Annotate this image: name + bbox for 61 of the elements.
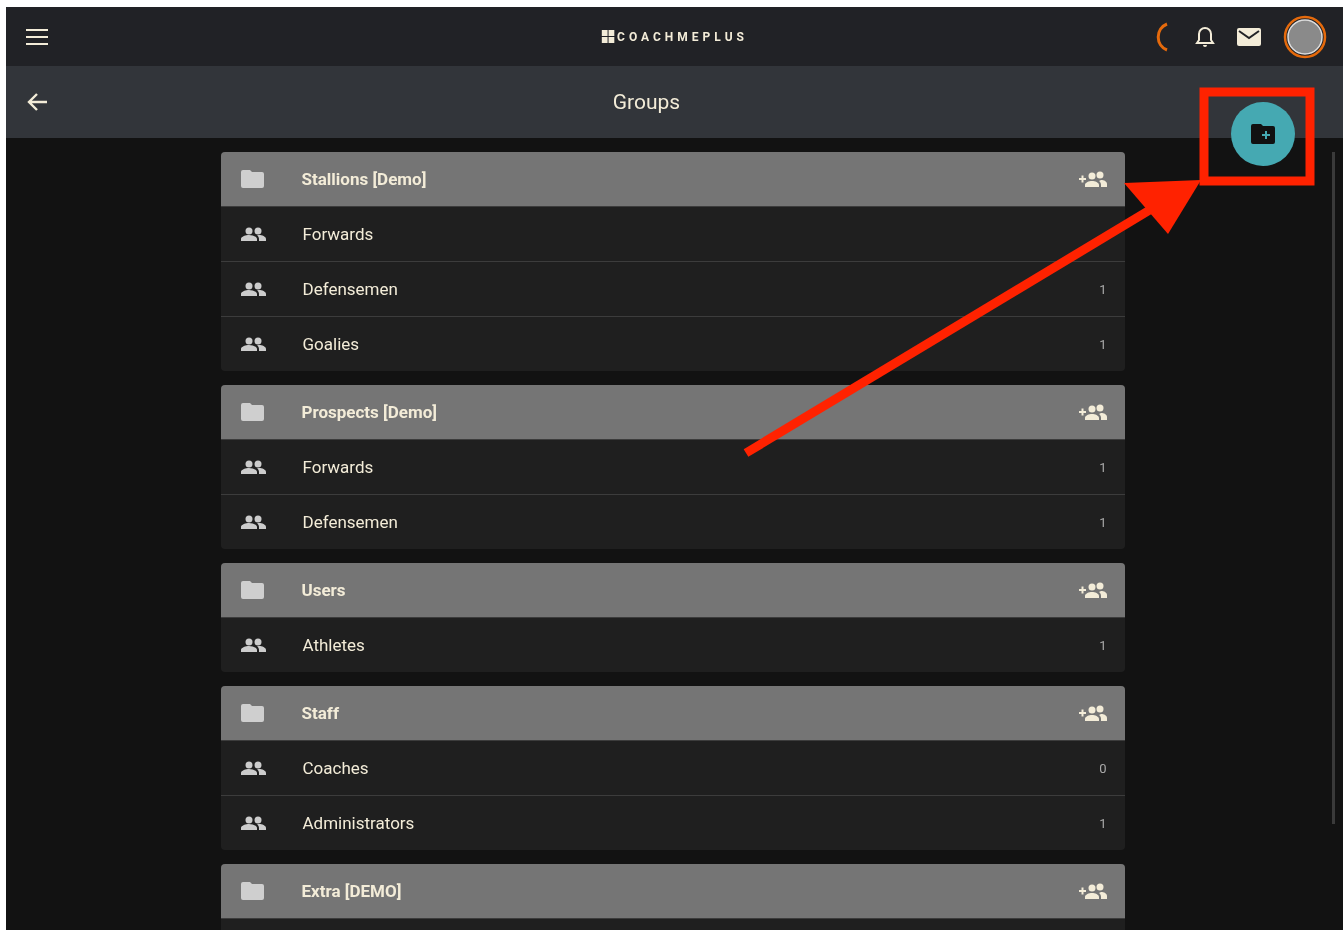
page-title: Groups <box>612 90 681 114</box>
logo-icon <box>601 30 615 43</box>
add-people-icon[interactable] <box>1078 171 1107 187</box>
subgroup-name: Defensemen <box>302 512 398 532</box>
people-icon <box>239 282 266 296</box>
subgroup-name: Defensemen <box>302 279 398 299</box>
folder-icon <box>240 882 264 900</box>
subgroup-row[interactable]: Coaches 0 <box>220 740 1125 795</box>
subgroup-name: Coaches <box>302 758 369 778</box>
member-count: 1 <box>1099 336 1107 352</box>
people-icon <box>239 638 266 652</box>
group-header[interactable]: Staff <box>220 686 1125 740</box>
group-name: Staff <box>301 703 339 723</box>
add-people-icon[interactable] <box>1078 404 1107 420</box>
folder-icon <box>240 704 264 722</box>
member-count: 1 <box>1099 459 1107 475</box>
subgroup-row[interactable]: Forwards 1 <box>220 439 1125 494</box>
avatar[interactable] <box>1283 14 1327 59</box>
folder-plus-icon <box>1251 124 1275 144</box>
group-name: Users <box>301 580 346 600</box>
group-header[interactable]: Extra [DEMO] <box>220 864 1125 918</box>
subgroup-name: Athletes <box>302 635 365 655</box>
group-header[interactable]: Users <box>220 563 1125 617</box>
add-people-icon[interactable] <box>1078 883 1107 899</box>
subgroup-name: Goalies <box>302 334 360 354</box>
subgroup-row[interactable]: Defensemen 1 <box>220 261 1125 316</box>
back-arrow-icon[interactable] <box>26 92 48 112</box>
subgroup-name: Forwards <box>302 457 374 477</box>
people-icon <box>239 761 266 775</box>
people-icon <box>239 515 266 529</box>
folder-icon <box>240 581 264 599</box>
member-count: 1 <box>1099 815 1107 831</box>
app-logo: COACHMEPLUS <box>617 29 748 44</box>
group-header[interactable]: Prospects [Demo] <box>220 385 1125 439</box>
subgroup-row[interactable]: Defensemen 1 <box>220 494 1125 549</box>
subgroup-row[interactable]: Athletes 1 <box>220 617 1125 672</box>
bell-icon[interactable] <box>1195 25 1215 48</box>
mail-icon[interactable] <box>1237 27 1261 46</box>
member-count: 1 <box>1099 514 1107 530</box>
subgroup-row[interactable]: Forwards <box>220 206 1125 261</box>
member-count: 1 <box>1099 281 1107 297</box>
subgroup-name: Forwards <box>302 224 374 244</box>
menu-icon[interactable] <box>26 28 48 45</box>
folder-icon <box>240 403 264 421</box>
subgroup-row[interactable]: Administrators 1 <box>220 795 1125 850</box>
people-icon <box>239 337 266 351</box>
member-count: 0 <box>1099 760 1107 776</box>
group-name: Extra [DEMO] <box>301 881 402 901</box>
add-people-icon[interactable] <box>1078 582 1107 598</box>
subgroup-row[interactable]: Goalies 1 <box>220 316 1125 371</box>
people-icon <box>239 816 266 830</box>
folder-icon <box>240 170 264 188</box>
people-icon <box>239 460 266 474</box>
people-icon <box>239 227 266 241</box>
group-name: Prospects [Demo] <box>301 402 438 422</box>
member-count: 1 <box>1099 637 1107 653</box>
group-header[interactable]: Stallions [Demo] <box>220 152 1125 206</box>
add-people-icon[interactable] <box>1078 705 1107 721</box>
scrollbar[interactable] <box>1332 152 1335 824</box>
subgroup-name: Administrators <box>302 813 415 833</box>
group-name: Stallions [Demo] <box>301 169 427 189</box>
